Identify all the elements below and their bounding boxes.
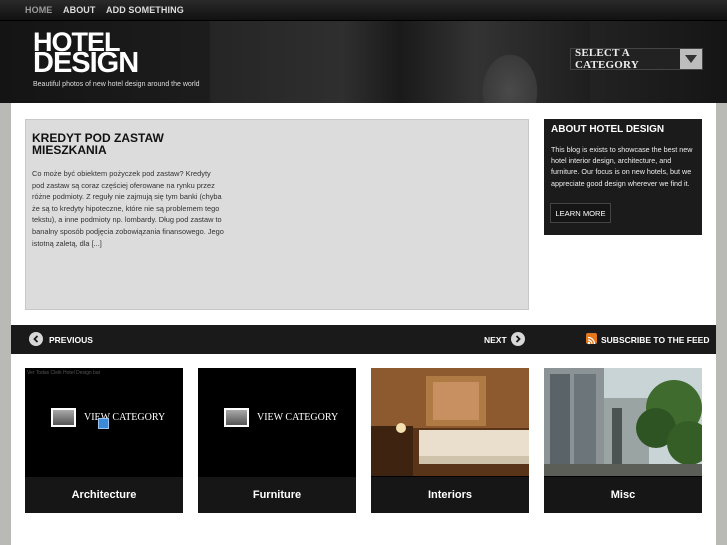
- category-name[interactable]: Misc: [544, 477, 702, 513]
- subscribe-link[interactable]: SUBSCRIBE TO THE FEED: [601, 335, 709, 345]
- view-category-overlay[interactable]: VIEW CATEGORY: [224, 408, 338, 427]
- category-name[interactable]: Furniture: [198, 477, 356, 513]
- image-icon: [51, 408, 76, 427]
- nav-about[interactable]: ABOUT: [63, 5, 96, 15]
- view-category-label: VIEW CATEGORY: [84, 412, 166, 423]
- next-link[interactable]: NEXT: [484, 335, 507, 345]
- top-nav: HOME ABOUT ADD SOMETHING: [0, 0, 727, 21]
- previous-arrow-icon[interactable]: [29, 332, 43, 346]
- previous-link[interactable]: PREVIOUS: [49, 335, 93, 345]
- site-tagline: Beautiful photos of new hotel design aro…: [33, 81, 200, 88]
- category-name[interactable]: Architecture: [25, 477, 183, 513]
- category-image: VIEW CATEGORY: [198, 368, 356, 476]
- image-icon: [224, 408, 249, 427]
- chevron-down-icon[interactable]: [680, 49, 702, 69]
- next-arrow-icon[interactable]: [511, 332, 525, 346]
- header-background-art: [210, 21, 590, 103]
- category-card-architecture[interactable]: Ver Todas Cleik Hotel Design bar VIEW CA…: [25, 368, 183, 513]
- nav-home[interactable]: HOME: [25, 5, 52, 15]
- nav-add-something[interactable]: ADD SOMETHING: [106, 5, 184, 15]
- learn-more-button[interactable]: LEARN MORE: [550, 203, 611, 223]
- about-title: ABOUT HOTEL DESIGN: [551, 124, 665, 135]
- broken-image-icon: [98, 418, 109, 429]
- logo-design[interactable]: DESIGN: [33, 47, 139, 80]
- image-alt-text: Ver Todas Cleik Hotel Design bar: [27, 370, 101, 376]
- interiors-photo: [371, 368, 529, 476]
- rss-icon[interactable]: [586, 333, 597, 345]
- category-card-interiors[interactable]: Interiors: [371, 368, 529, 513]
- post-title[interactable]: KREDYT POD ZASTAW MIESZKANIA: [32, 132, 232, 156]
- category-card-misc[interactable]: Misc: [544, 368, 711, 513]
- category-card-furniture[interactable]: VIEW CATEGORY Furniture: [198, 368, 356, 513]
- post-excerpt: Co może być obiektem pożyczek pod zastaw…: [32, 169, 224, 248]
- category-select-label: SELECT A CATEGORY: [575, 47, 639, 71]
- category-select[interactable]: SELECT A CATEGORY: [570, 47, 703, 71]
- category-name[interactable]: Interiors: [371, 477, 529, 513]
- about-text: This blog is exists to showcase the best…: [551, 145, 693, 188]
- misc-photo: [544, 368, 711, 476]
- view-category-label: VIEW CATEGORY: [257, 412, 339, 423]
